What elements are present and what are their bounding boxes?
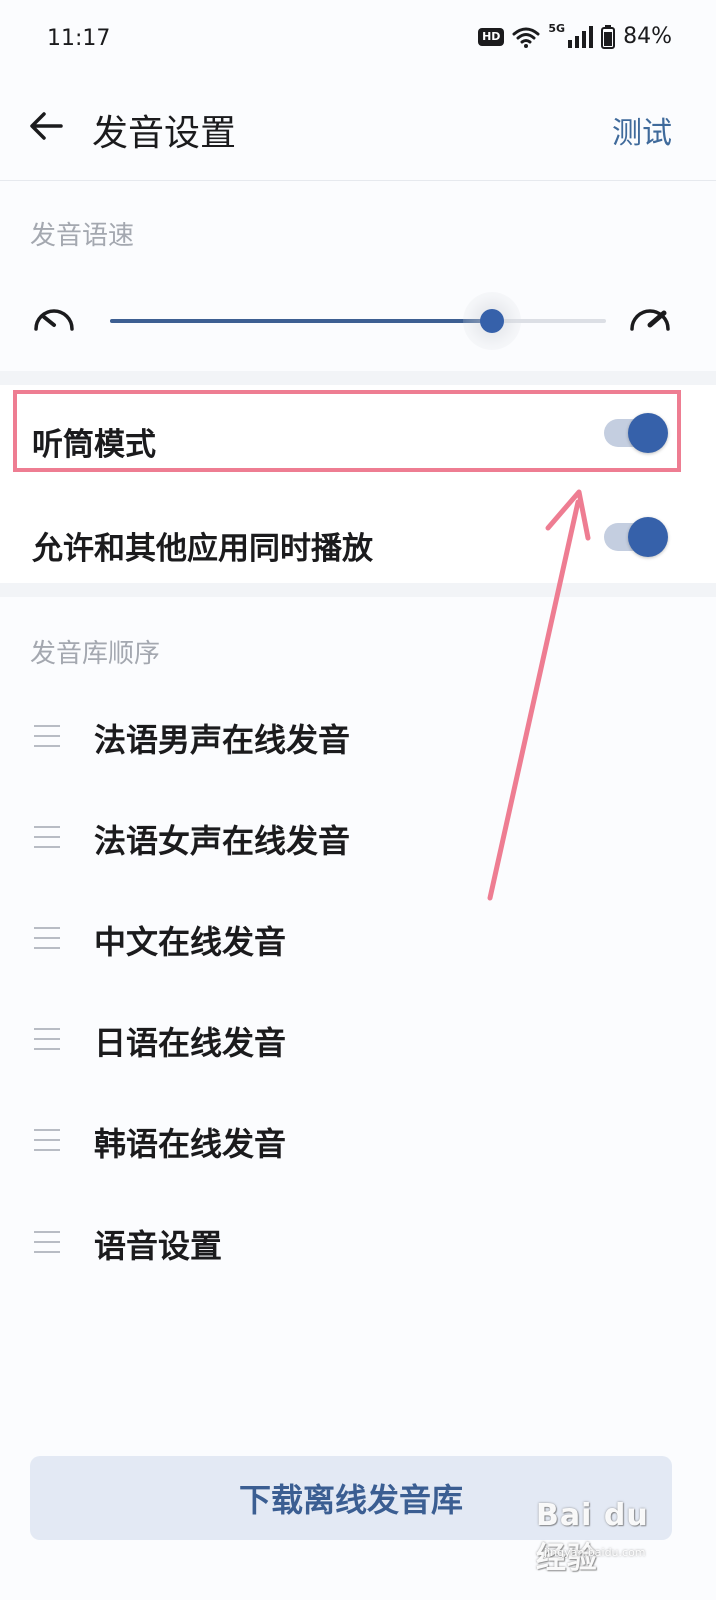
engine-list-item[interactable]: 日语在线发音 bbox=[0, 1000, 716, 1080]
engine-list-item[interactable]: 中文在线发音 bbox=[0, 899, 716, 979]
section-divider bbox=[0, 583, 716, 597]
gauge-slow-icon bbox=[34, 309, 74, 331]
speed-slider[interactable] bbox=[110, 292, 606, 350]
earpiece-mode-switch[interactable] bbox=[604, 413, 668, 453]
network-type: 5G bbox=[548, 22, 566, 35]
toggle-label: 允许和其他应用同时播放 bbox=[32, 531, 373, 567]
engine-list-item[interactable]: 法语女声在线发音 bbox=[0, 798, 716, 878]
switch-knob bbox=[628, 517, 668, 557]
gauge-fast-icon bbox=[630, 309, 670, 331]
toggle-row-earpiece-mode[interactable]: 听筒模式 bbox=[0, 385, 716, 489]
status-bar: 11:17 HD 5G 84% bbox=[0, 0, 716, 84]
watermark-url: jingyan.baidu.com bbox=[544, 1546, 646, 1559]
battery-percent: 84% bbox=[623, 24, 672, 49]
drag-handle-icon[interactable] bbox=[34, 826, 60, 848]
speech-speed-section: 发音语速 bbox=[0, 181, 716, 371]
engine-label: 中文在线发音 bbox=[94, 923, 287, 961]
section-label-speed: 发音语速 bbox=[30, 221, 135, 251]
engine-label: 日语在线发音 bbox=[94, 1024, 287, 1062]
drag-handle-icon[interactable] bbox=[34, 927, 60, 949]
app-header: 发音设置 测试 bbox=[0, 84, 716, 181]
drag-handle-icon[interactable] bbox=[34, 1231, 60, 1253]
back-button[interactable] bbox=[24, 104, 68, 148]
status-icons: HD 5G 84% bbox=[478, 22, 672, 49]
test-button[interactable]: 测试 bbox=[612, 108, 672, 152]
toggle-row-mix-audio[interactable]: 允许和其他应用同时播放 bbox=[0, 489, 716, 593]
download-offline-library-button[interactable]: 下载离线发音库 bbox=[30, 1456, 672, 1540]
battery-icon bbox=[601, 24, 616, 49]
engine-label: 法语女声在线发音 bbox=[94, 822, 351, 860]
engine-list-item[interactable]: 韩语在线发音 bbox=[0, 1101, 716, 1181]
mix-audio-switch[interactable] bbox=[604, 517, 668, 557]
page-title: 发音设置 bbox=[92, 113, 237, 154]
engine-order-section: 发音库顺序 法语男声在线发音 法语女声在线发音 中文在线发音 日语在线发音 韩语… bbox=[0, 597, 716, 1447]
engine-label: 语音设置 bbox=[94, 1227, 223, 1265]
arrow-left-icon bbox=[30, 112, 63, 140]
status-time: 11:17 bbox=[47, 26, 111, 51]
wifi-icon bbox=[512, 27, 540, 48]
toggle-label: 听筒模式 bbox=[32, 427, 156, 463]
drag-handle-icon[interactable] bbox=[34, 725, 60, 747]
engine-label: 法语男声在线发音 bbox=[94, 721, 351, 759]
switch-knob bbox=[628, 413, 668, 453]
slider-thumb[interactable] bbox=[479, 309, 504, 333]
engine-list-item[interactable]: 法语男声在线发音 bbox=[0, 697, 716, 777]
hd-badge: HD bbox=[478, 27, 505, 46]
engine-label: 韩语在线发音 bbox=[94, 1125, 287, 1163]
signal-icon bbox=[568, 25, 594, 48]
drag-handle-icon[interactable] bbox=[34, 1129, 60, 1151]
drag-handle-icon[interactable] bbox=[34, 1028, 60, 1050]
section-divider bbox=[0, 371, 716, 385]
engine-list-item[interactable]: 语音设置 bbox=[0, 1203, 716, 1283]
slider-fill bbox=[110, 319, 492, 323]
section-label-engine-order: 发音库顺序 bbox=[30, 639, 161, 669]
